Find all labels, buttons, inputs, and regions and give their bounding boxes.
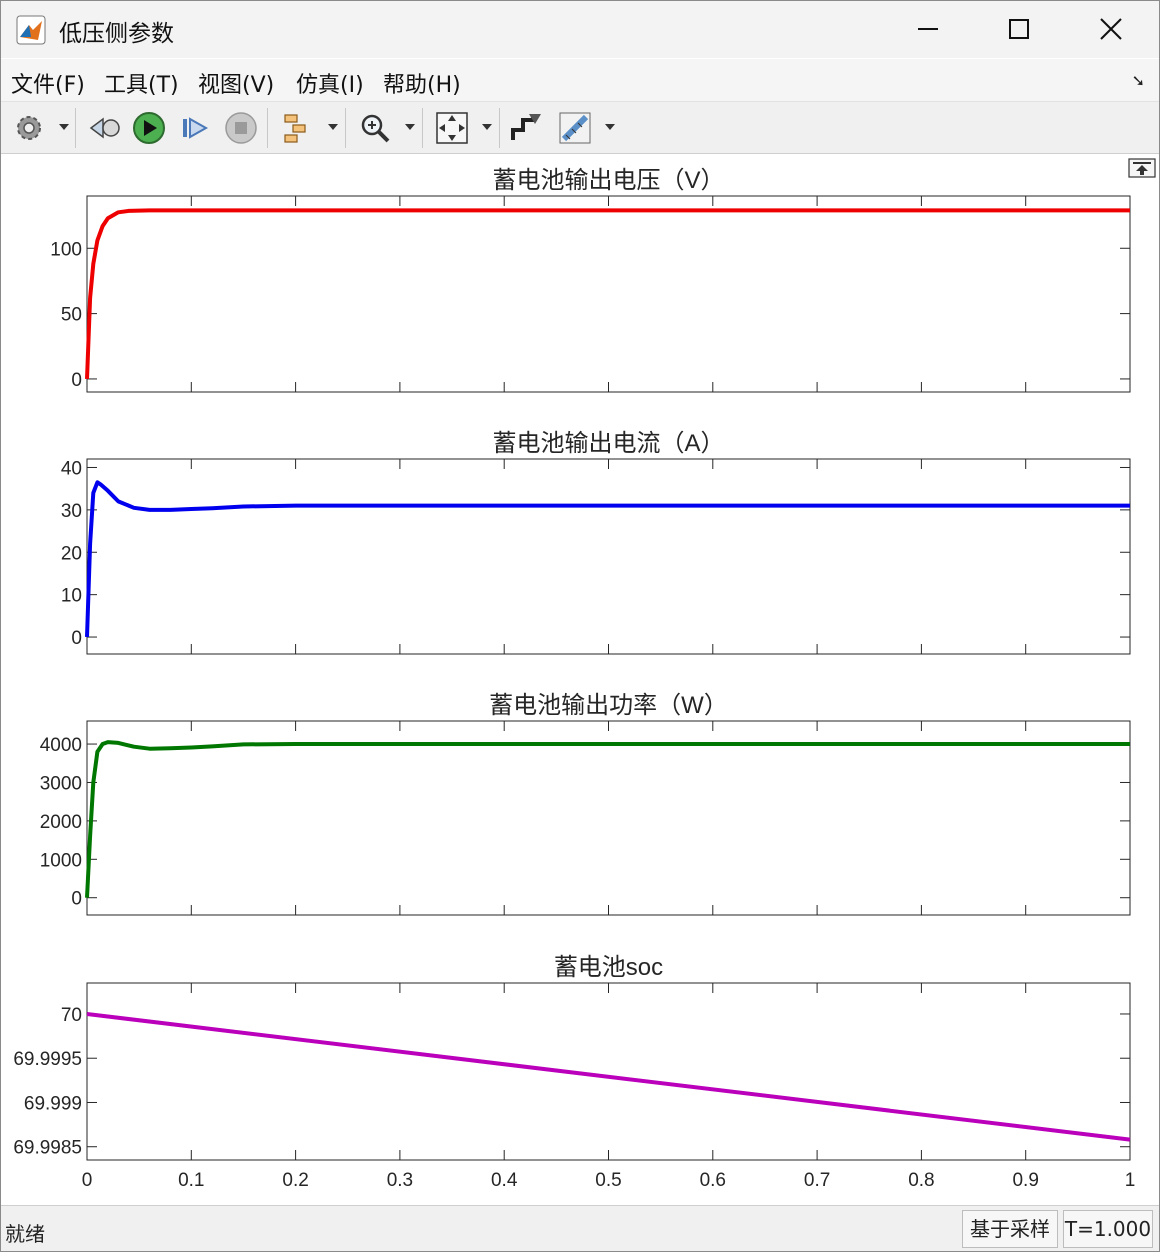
y-tick-label: 0 [71,889,82,910]
fit-to-view-icon[interactable] [434,110,470,146]
y-tick-label: 69.9995 [13,1049,82,1070]
y-tick-label: 100 [50,239,82,260]
fit-dropdown-icon[interactable] [482,124,492,130]
status-bar: 就绪 基于采样 T=1.000 [1,1205,1159,1251]
toolbar-divider [345,108,346,148]
close-icon[interactable] [1089,9,1133,49]
toolbar-divider [422,108,423,148]
x-tick-label: 0.7 [804,1170,830,1191]
sample-based-indicator: 基于采样 [962,1210,1058,1248]
y-tick-label: 0 [71,628,82,649]
gear-icon[interactable] [11,110,47,146]
x-tick-label: 0.5 [595,1170,621,1191]
x-tick-label: 0.2 [282,1170,308,1191]
toolbar-divider [75,108,76,148]
plot-area: 蓄电池输出电压（V） 0 50 100 蓄电池输出电流（A） 0 10 20 30 40 蓄电池输出… [1,154,1159,1204]
y-tick-label: 69.999 [24,1093,82,1114]
y-tick-label: 70 [61,1005,82,1026]
axes-box[interactable] [86,195,1131,393]
dock-arrow-icon[interactable]: ➘ [1132,71,1145,90]
axes-box[interactable] [86,720,1131,916]
y-tick-label: 4000 [40,735,82,756]
run-icon[interactable] [131,110,167,146]
axes-title: 蓄电池输出电流（A） [492,430,724,457]
x-tick-label: 0.4 [491,1170,518,1191]
scope-window: 低压侧参数 文件(F) 工具(T) 视图(V) 仿真(I) 帮助(H) ➘ 蓄电… [0,0,1160,1252]
x-tick-label: 0 [82,1170,93,1191]
menu-help[interactable]: 帮助(H) [383,67,461,99]
x-tick-label: 0.9 [1012,1170,1038,1191]
status-ready-text: 就绪 [5,1222,45,1246]
toolbar-divider [267,108,268,148]
axes-title: 蓄电池soc [554,954,663,981]
window-title: 低压侧参数 [59,21,174,47]
matlab-logo-icon [16,15,46,45]
y-tick-label: 3000 [40,773,82,794]
y-tick-label: 20 [61,543,82,564]
x-tick-label: 1 [1125,1170,1136,1191]
minimize-icon[interactable] [906,9,950,49]
stop-icon[interactable] [223,110,259,146]
y-tick-label: 69.9985 [13,1138,82,1159]
axes-box[interactable] [86,982,1131,1161]
style-icon[interactable] [509,110,545,146]
sim-time-indicator: T=1.000 [1063,1210,1153,1248]
title-bar: 低压侧参数 [1,1,1159,58]
axes-title: 蓄电池输出功率（W） [489,692,728,719]
toolbar-divider [499,108,500,148]
y-tick-label: 50 [61,305,82,326]
maximize-icon[interactable] [997,9,1041,49]
toolbar [1,102,1159,154]
menu-bar: 文件(F) 工具(T) 视图(V) 仿真(I) 帮助(H) ➘ [1,59,1159,102]
x-tick-label: 0.3 [387,1170,413,1191]
axes-box[interactable] [86,458,1131,655]
y-tick-label: 10 [61,586,82,607]
axes-title: 蓄电池输出电压（V） [492,167,724,194]
menu-tools[interactable]: 工具(T) [104,67,179,99]
step-forward-icon[interactable] [177,110,213,146]
y-tick-label: 2000 [40,812,82,833]
signal-select-icon[interactable] [279,110,315,146]
x-tick-label: 0.6 [700,1170,726,1191]
y-tick-label: 30 [61,501,82,522]
measure-icon[interactable] [557,110,593,146]
x-tick-label: 0.1 [178,1170,204,1191]
x-tick-label: 0.8 [908,1170,934,1191]
y-tick-label: 0 [71,370,82,391]
undock-button-icon[interactable] [1128,158,1156,178]
measure-dropdown-icon[interactable] [605,124,615,130]
menu-simulation[interactable]: 仿真(I) [296,67,364,99]
y-tick-label: 40 [61,458,82,479]
menu-view[interactable]: 视图(V) [198,67,274,99]
rewind-icon[interactable] [87,110,123,146]
y-tick-label: 1000 [40,850,82,871]
signal-dropdown-icon[interactable] [328,124,338,130]
gear-dropdown-icon[interactable] [59,124,69,130]
scope-plots[interactable]: 蓄电池输出电压（V）050100蓄电池输出电流（A）010203040蓄电池输出… [1,154,1159,1204]
menu-file[interactable]: 文件(F) [11,67,85,99]
zoom-icon[interactable] [357,110,393,146]
zoom-dropdown-icon[interactable] [405,124,415,130]
